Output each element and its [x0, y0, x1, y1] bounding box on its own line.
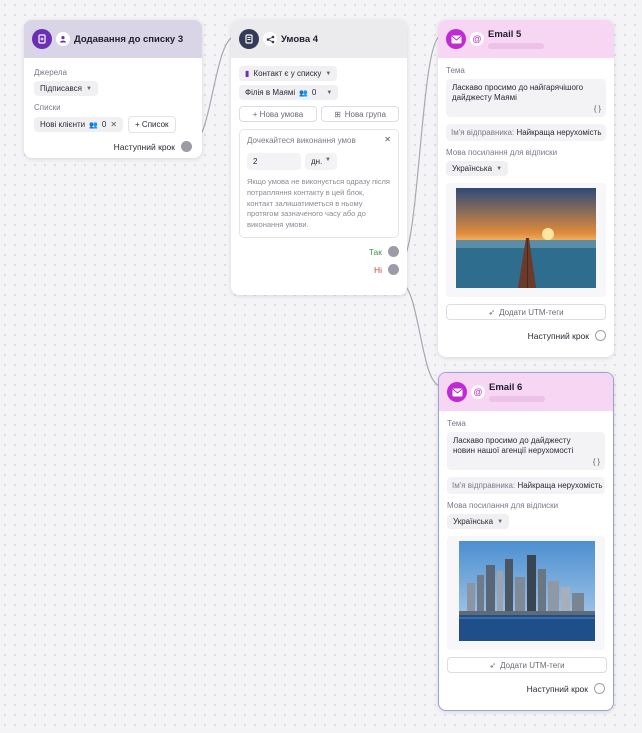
source-select[interactable]: Підписався ▼	[34, 81, 98, 96]
subject-label: Тема	[446, 66, 465, 75]
node-add-to-list[interactable]: Додавання до списку 3 Джерела Підписався…	[24, 20, 202, 158]
list-chip[interactable]: Нові клієнти 👥 0 ✕	[34, 117, 124, 132]
sender-field[interactable]: Ім'я відправника: Найкраща нерухомість	[447, 477, 605, 494]
subject-field[interactable]: Ласкаво просимо до найгарячішого дайджес…	[446, 79, 606, 117]
close-icon[interactable]: ✕	[384, 135, 391, 144]
wait-label: Дочекайтеся виконання умов	[247, 136, 356, 145]
sender-value: Найкраща нерухомість	[517, 481, 603, 490]
next-step-label: Наступний крок	[527, 330, 589, 341]
sunset-pier-image	[456, 188, 596, 288]
node-title: Додавання до списку 3	[74, 33, 184, 45]
users-icon: 👥	[299, 89, 308, 97]
node-header: Додавання до списку 3	[24, 20, 202, 58]
new-condition-button[interactable]: + Нова умова	[239, 106, 317, 122]
email-preview[interactable]	[447, 536, 605, 650]
city-skyline-image	[459, 541, 595, 641]
users-icon: 👥	[89, 121, 98, 129]
node-email-6[interactable]: @ Email 6 Тема Ласкаво просимо до дайдже…	[438, 372, 614, 711]
next-step-label: Наступний крок	[526, 683, 588, 694]
braces-icon[interactable]: { }	[594, 104, 601, 114]
list-add-icon	[32, 29, 52, 49]
language-select[interactable]: Українська ▼	[446, 161, 509, 176]
node-header: @ Email 5	[438, 20, 614, 58]
add-list-button[interactable]: + Список	[128, 116, 176, 133]
wait-panel: ✕ Дочекайтеся виконання умов 2 дн. ▼ Якщ…	[239, 129, 399, 239]
sender-field[interactable]: Ім'я відправника: Найкраща нерухомість	[446, 124, 606, 141]
node-header: Умова 4	[231, 20, 407, 58]
list-icon: ▮	[245, 69, 250, 78]
node-header: @ Email 6	[439, 373, 613, 411]
condition-list-select[interactable]: Філія в Маямі 👥 0 ▼	[239, 85, 339, 100]
sender-label: Ім'я відправника:	[452, 481, 516, 490]
output-port[interactable]	[181, 141, 192, 152]
chevron-down-icon: ▼	[325, 156, 331, 163]
condition-icon	[239, 29, 259, 49]
source-value: Підписався	[40, 84, 82, 93]
new-group-button[interactable]: ⊞ Нова група	[321, 106, 399, 122]
email-preview[interactable]	[446, 183, 606, 297]
braces-icon[interactable]: { }	[593, 457, 600, 467]
language-select[interactable]: Українська ▼	[447, 514, 510, 529]
list-chip-count: 0	[101, 120, 107, 129]
rocket-icon: ➶	[488, 307, 496, 317]
add-utm-tags-button[interactable]: ➶ Додати UTM-теги	[446, 304, 606, 320]
chevron-down-icon: ▼	[325, 70, 332, 77]
subtitle-placeholder	[489, 396, 545, 402]
wait-value-input[interactable]: 2	[247, 152, 301, 170]
condition-contact-select[interactable]: ▮ Контакт є у списку ▼	[239, 66, 338, 81]
chevron-down-icon: ▼	[496, 165, 503, 172]
lists-label: Списки	[34, 103, 61, 112]
rocket-icon: ➶	[489, 660, 497, 670]
chevron-down-icon: ▼	[85, 85, 92, 92]
at-icon: @	[471, 385, 485, 399]
chevron-down-icon: ▼	[497, 518, 504, 525]
subtitle-placeholder	[488, 43, 544, 49]
yes-label: Так	[368, 246, 382, 257]
no-label: Ні	[373, 264, 382, 275]
close-icon[interactable]: ✕	[110, 120, 117, 129]
branch-icon	[263, 32, 277, 46]
email-icon	[447, 382, 467, 402]
group-icon: ⊞	[334, 109, 341, 119]
wait-hint: Якщо умова не виконується одразу після п…	[247, 176, 390, 230]
wait-unit-select[interactable]: дн. ▼	[305, 152, 337, 170]
user-icon	[56, 32, 70, 46]
sender-value: Найкраща нерухомість	[516, 128, 602, 137]
at-icon: @	[470, 32, 484, 46]
next-step-label: Наступний крок	[113, 141, 175, 152]
node-condition[interactable]: Умова 4 ▮ Контакт є у списку ▼ Філія в М…	[231, 20, 407, 295]
subject-label: Тема	[447, 419, 466, 428]
list-chip-label: Нові клієнти	[40, 120, 86, 129]
node-email-5[interactable]: @ Email 5 Тема Ласкаво просимо до найгар…	[438, 20, 614, 357]
unsubscribe-lang-label: Мова посилання для відписки	[446, 148, 558, 157]
subject-field[interactable]: Ласкаво просимо до дайджесту новин нашої…	[447, 432, 605, 470]
node-title: Email 5	[488, 29, 522, 40]
sender-label: Ім'я відправника:	[451, 128, 515, 137]
chevron-down-icon: ▼	[326, 89, 333, 96]
no-output-port[interactable]	[388, 264, 399, 276]
node-title: Email 6	[489, 382, 523, 393]
add-utm-tags-button[interactable]: ➶ Додати UTM-теги	[447, 657, 607, 673]
node-title: Умова 4	[281, 33, 319, 45]
unsubscribe-lang-label: Мова посилання для відписки	[447, 501, 559, 510]
yes-output-port[interactable]	[388, 246, 399, 258]
email-icon	[446, 29, 466, 49]
output-port[interactable]	[595, 330, 606, 341]
sources-label: Джерела	[34, 68, 67, 77]
output-port[interactable]	[594, 683, 605, 694]
